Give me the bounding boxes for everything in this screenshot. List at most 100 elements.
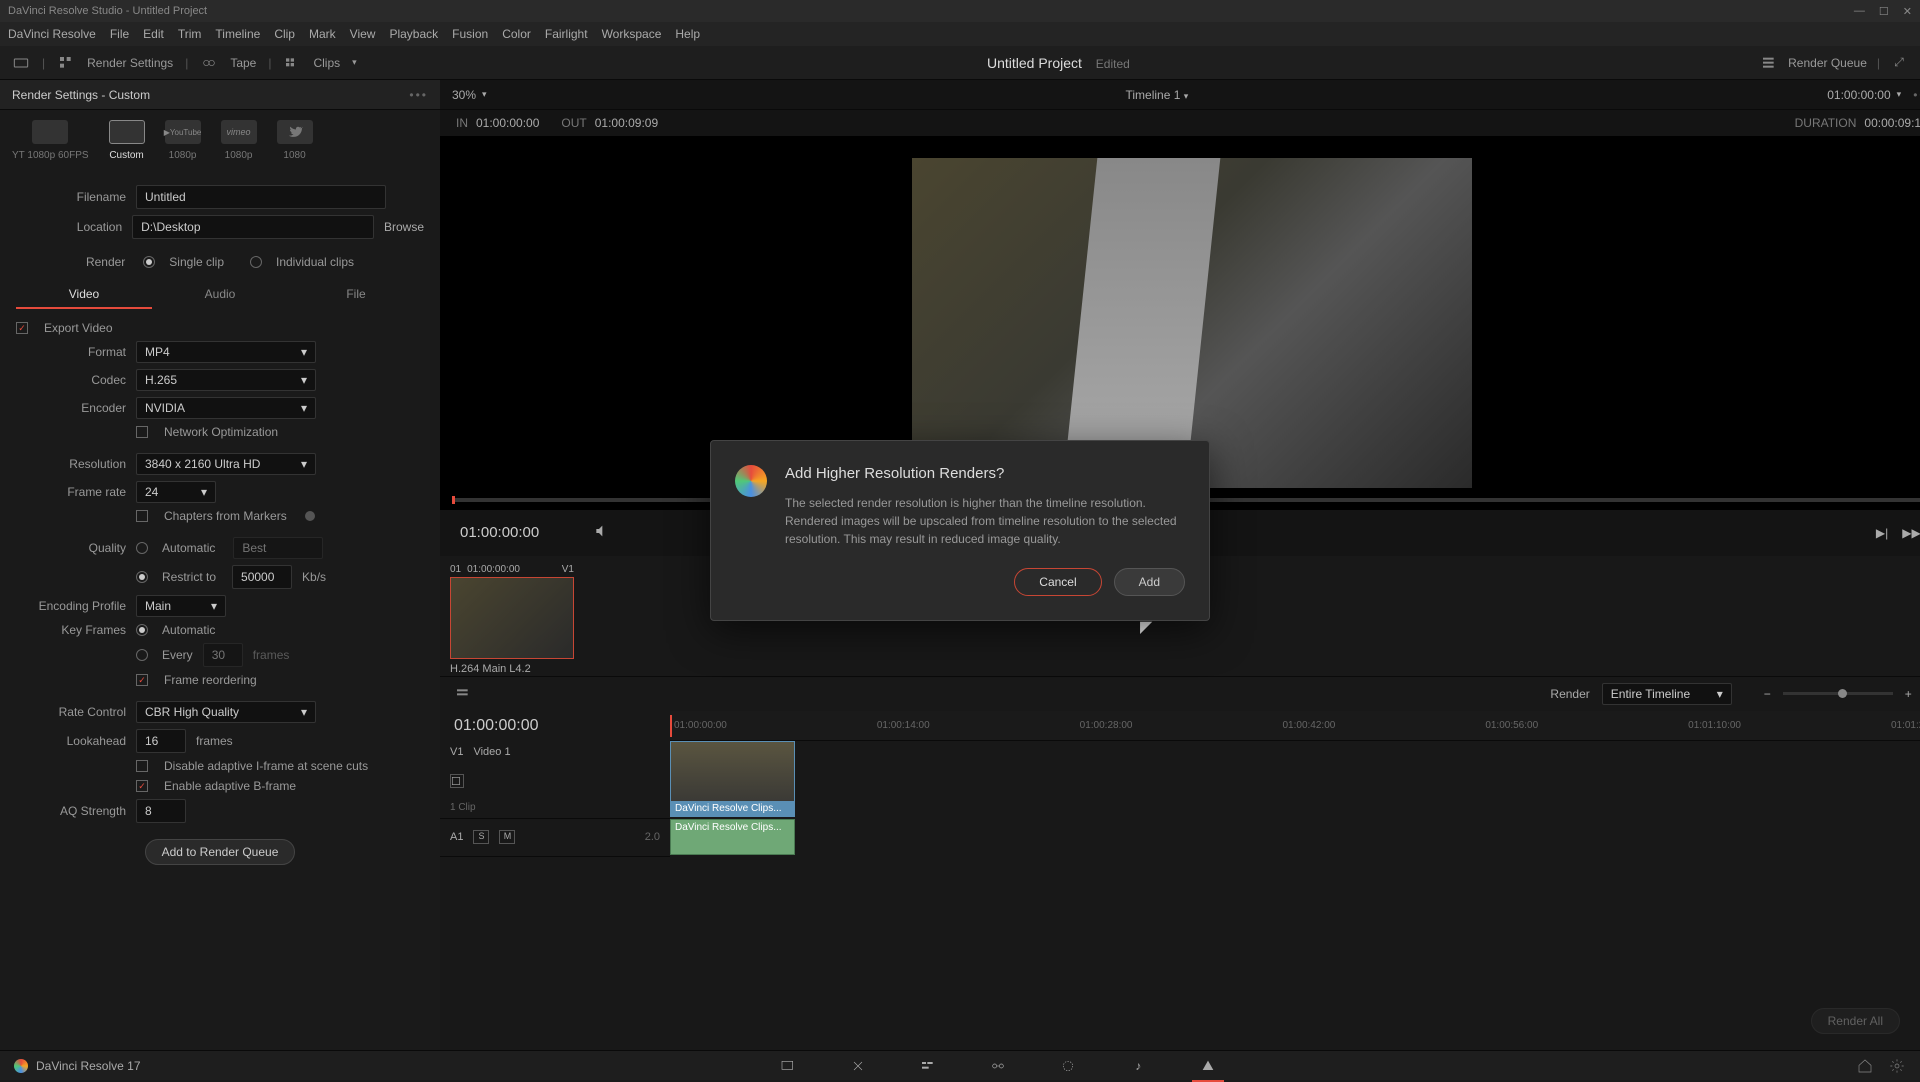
expand-icon[interactable]: ⤢ [1890,54,1908,72]
solo-button[interactable]: S [473,830,489,844]
render-settings-label[interactable]: Render Settings [87,56,173,70]
chapters-gear-icon[interactable] [305,511,315,521]
radio-kf-every[interactable] [136,649,148,661]
clip-thumb[interactable]: 01 01:00:00:00 V1 H.264 Main L4.2 [450,564,574,668]
track-toggle-icon[interactable]: ☐ [450,774,464,788]
menu-help[interactable]: Help [675,27,700,41]
next-frame-icon[interactable]: ▶| [1876,526,1888,540]
menu-fusion[interactable]: Fusion [452,27,488,41]
filename-input[interactable] [136,185,386,209]
maximize-icon[interactable]: ☐ [1879,5,1889,18]
render-settings-icon[interactable] [57,54,75,72]
menu-mark[interactable]: Mark [309,27,336,41]
menu-davinci[interactable]: DaVinci Resolve [8,27,96,41]
preset-youtube[interactable]: ▶YouTube1080p [165,120,201,161]
framerate-select[interactable]: 24 ▾ [136,481,216,503]
zoom-slider[interactable] [1783,692,1893,695]
volume-icon[interactable] [593,523,609,542]
a1-track-header[interactable]: A1 S M 2.0 [440,819,670,857]
menu-fairlight[interactable]: Fairlight [545,27,588,41]
timeline-content[interactable]: DaVinci Resolve Clips... DaVinci Resolve… [670,741,1920,857]
encprofile-select[interactable]: Main ▾ [136,595,226,617]
tab-file[interactable]: File [288,281,424,309]
preset-vimeo[interactable]: vimeo1080p [221,120,257,161]
zoom-in-icon[interactable]: + [1905,687,1912,701]
tape-label[interactable]: Tape [230,56,256,70]
menu-workspace[interactable]: Workspace [602,27,662,41]
radio-kf-auto[interactable] [136,624,148,636]
radio-individual-clips[interactable] [250,256,262,268]
menu-timeline[interactable]: Timeline [215,27,260,41]
render-range-select[interactable]: Entire Timeline ▾ [1602,683,1732,705]
preset-custom[interactable]: Custom [109,120,145,161]
menu-color[interactable]: Color [502,27,531,41]
chapters-checkbox[interactable] [136,510,148,522]
home-icon[interactable] [1856,1057,1874,1075]
panel-menu-icon[interactable]: ••• [409,88,428,102]
clips-icon[interactable] [283,54,301,72]
add-to-queue-button[interactable]: Add to Render Queue [145,839,296,865]
menu-file[interactable]: File [110,27,129,41]
media-page-icon[interactable] [778,1056,798,1076]
menu-clip[interactable]: Clip [274,27,295,41]
deliver-page-icon[interactable] [1198,1056,1218,1076]
export-video-checkbox[interactable]: ✓ [16,322,28,334]
zoom-level[interactable]: 30% [452,88,476,102]
restrict-input[interactable] [232,565,292,589]
menu-playback[interactable]: Playback [389,27,438,41]
tab-audio[interactable]: Audio [152,281,288,309]
encoder-select[interactable]: NVIDIA ▾ [136,397,316,419]
frame-reorder-checkbox[interactable]: ✓ [136,674,148,686]
format-select[interactable]: MP4 ▾ [136,341,316,363]
zoom-out-icon[interactable]: − [1764,687,1771,701]
radio-quality-restrict[interactable] [136,571,148,583]
audio-clip[interactable]: DaVinci Resolve Clips... [670,819,795,855]
clips-label[interactable]: Clips [313,56,340,70]
menu-trim[interactable]: Trim [178,27,202,41]
menu-view[interactable]: View [350,27,376,41]
menu-edit[interactable]: Edit [143,27,164,41]
preset-yt60[interactable]: YT 1080p 60FPS [12,120,89,161]
timeline-name[interactable]: Timeline 1 [1126,88,1181,102]
codec-select[interactable]: H.265 ▾ [136,369,316,391]
timeline-options-icon[interactable] [454,685,472,703]
render-queue-icon[interactable] [1760,54,1778,72]
chevron-down-icon[interactable]: ▾ [1897,89,1902,100]
network-opt-checkbox[interactable] [136,426,148,438]
resolution-select[interactable]: 3840 x 2160 Ultra HD ▾ [136,453,316,475]
disable-iframe-checkbox[interactable] [136,760,148,772]
v1-track-header[interactable]: V1 Video 1 ☐ 1 Clip [440,741,670,819]
radio-quality-auto[interactable] [136,542,148,554]
location-input[interactable] [132,215,374,239]
timeline-ruler[interactable]: 01:00:00:00 01:00:14:00 01:00:28:00 01:0… [670,711,1920,741]
close-icon[interactable]: ✕ [1903,5,1912,18]
radio-single-clip[interactable] [143,256,155,268]
fairlight-page-icon[interactable]: ♪ [1128,1056,1148,1076]
browse-button[interactable]: Browse [384,220,424,234]
cancel-button[interactable]: Cancel [1014,568,1101,596]
minimize-icon[interactable]: — [1854,5,1865,18]
ratecontrol-select[interactable]: CBR High Quality ▾ [136,701,316,723]
tape-icon[interactable] [200,54,218,72]
project-settings-icon[interactable] [1888,1057,1906,1075]
viewer-menu-icon[interactable]: ••• [1913,88,1920,102]
add-button[interactable]: Add [1114,568,1185,596]
cut-page-icon[interactable] [848,1056,868,1076]
goto-end-icon[interactable]: ▶▶| [1902,526,1920,540]
render-queue-label[interactable]: Render Queue [1788,56,1867,70]
chevron-down-icon[interactable]: ▾ [1184,91,1189,101]
color-page-icon[interactable] [1058,1056,1078,1076]
enable-bframe-checkbox[interactable]: ✓ [136,780,148,792]
lookahead-input[interactable] [136,729,186,753]
viewer-timecode[interactable]: 01:00:00:00 [1827,88,1890,102]
playhead[interactable] [670,715,672,737]
edit-page-icon[interactable] [918,1056,938,1076]
preset-twitter[interactable]: 1080 [277,120,313,161]
fusion-page-icon[interactable] [988,1056,1008,1076]
aq-input[interactable] [136,799,186,823]
deliver-page-icon[interactable] [12,54,30,72]
mute-button[interactable]: M [499,830,515,844]
tab-video[interactable]: Video [16,281,152,309]
keyframes-label: Key Frames [16,623,126,637]
video-clip[interactable]: DaVinci Resolve Clips... [670,741,795,817]
